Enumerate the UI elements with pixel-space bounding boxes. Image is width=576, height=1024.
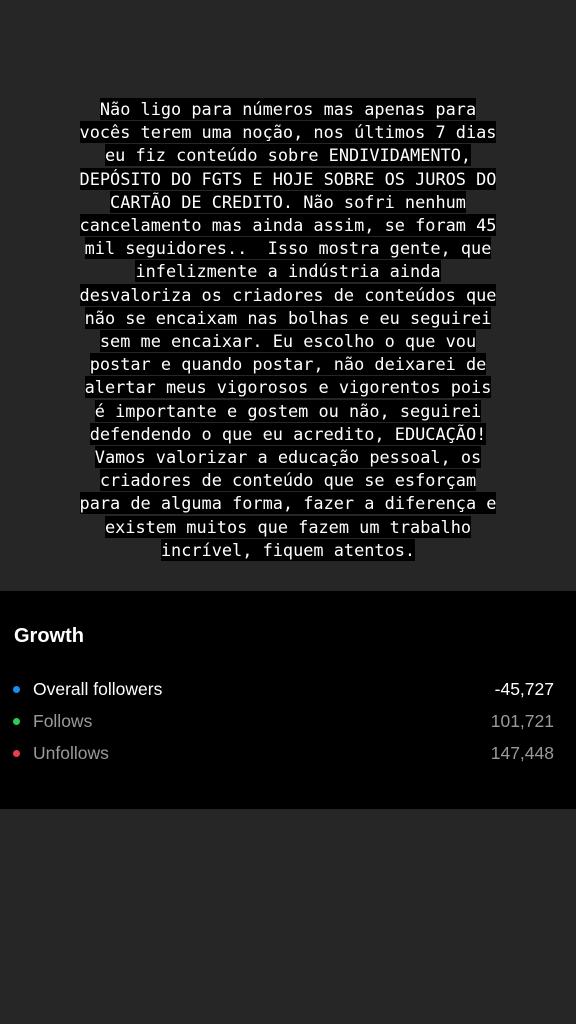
story-text-line: para de alguma forma, fazer a diferença … [79,492,497,515]
story-text-line: criadores de conteúdo que se esforçam [99,469,477,492]
metric-label: Follows [33,711,93,731]
story-text-line: alertar meus vigorosos e vigorentos pois [84,376,492,399]
metric-row-follows: Follows 101,721 [0,710,576,734]
blue-dot-icon [13,686,20,693]
story-text-line: vocês terem uma noção, nos últimos 7 dia… [79,121,497,144]
red-dot-icon [13,750,20,757]
story-text-line: não se encaixam nas bolhas e eu seguirei [84,306,492,329]
story-text-line: cancelamento mas ainda assim, se foram 4… [79,214,497,237]
story-text-line: desvaloriza os criadores de conteúdos qu… [79,283,497,306]
metric-row-overall-followers: Overall followers -45,727 [0,678,576,702]
story-text-line: mil seguidores.. Isso mostra gente, que [84,237,492,260]
metric-row-unfollows: Unfollows 147,448 [0,742,576,766]
story-text-line: postar e quando postar, não deixarei de [89,353,487,376]
metric-value: 101,721 [490,711,554,731]
story-text-line: CARTÃO DE CREDITO. Não sofri nenhum [110,190,466,213]
metric-label: Overall followers [33,679,163,699]
story-text-line: DEPÓSITO DO FGTS E HOJE SOBRE OS JUROS D… [79,167,497,190]
story-text-line: Vamos valorizar a educação pessoal, os [94,446,482,469]
story-text-line: é importante e gostem ou não, seguirei [94,399,482,422]
green-dot-icon [13,718,20,725]
growth-title: Growth [14,625,84,647]
story-text-line: Não ligo para números mas apenas para [99,98,477,120]
story-text-line: defendendo o que eu acredito, EDUCAÇÃO! [89,422,487,445]
story-page: Não ligo para números mas apenas para vo… [0,0,576,1024]
metric-value: -45,727 [494,679,554,699]
story-text-line: eu fiz conteúdo sobre ENDIVIDAMENTO, [104,144,472,167]
growth-insights-card: Growth Overall followers -45,727 Follows… [0,591,576,809]
metric-value: 147,448 [490,743,554,763]
story-text-line: existem muitos que fazem um trabalho [104,515,472,538]
story-text-line: incrível, fiquem atentos. [160,538,416,561]
story-text-line: sem me encaixar. Eu escolho o que vou [99,330,477,353]
story-text-line: infelizmente a indústria ainda [135,260,441,283]
metric-label: Unfollows [33,743,109,763]
story-text-overlay: Não ligo para números mas apenas para vo… [20,98,556,562]
